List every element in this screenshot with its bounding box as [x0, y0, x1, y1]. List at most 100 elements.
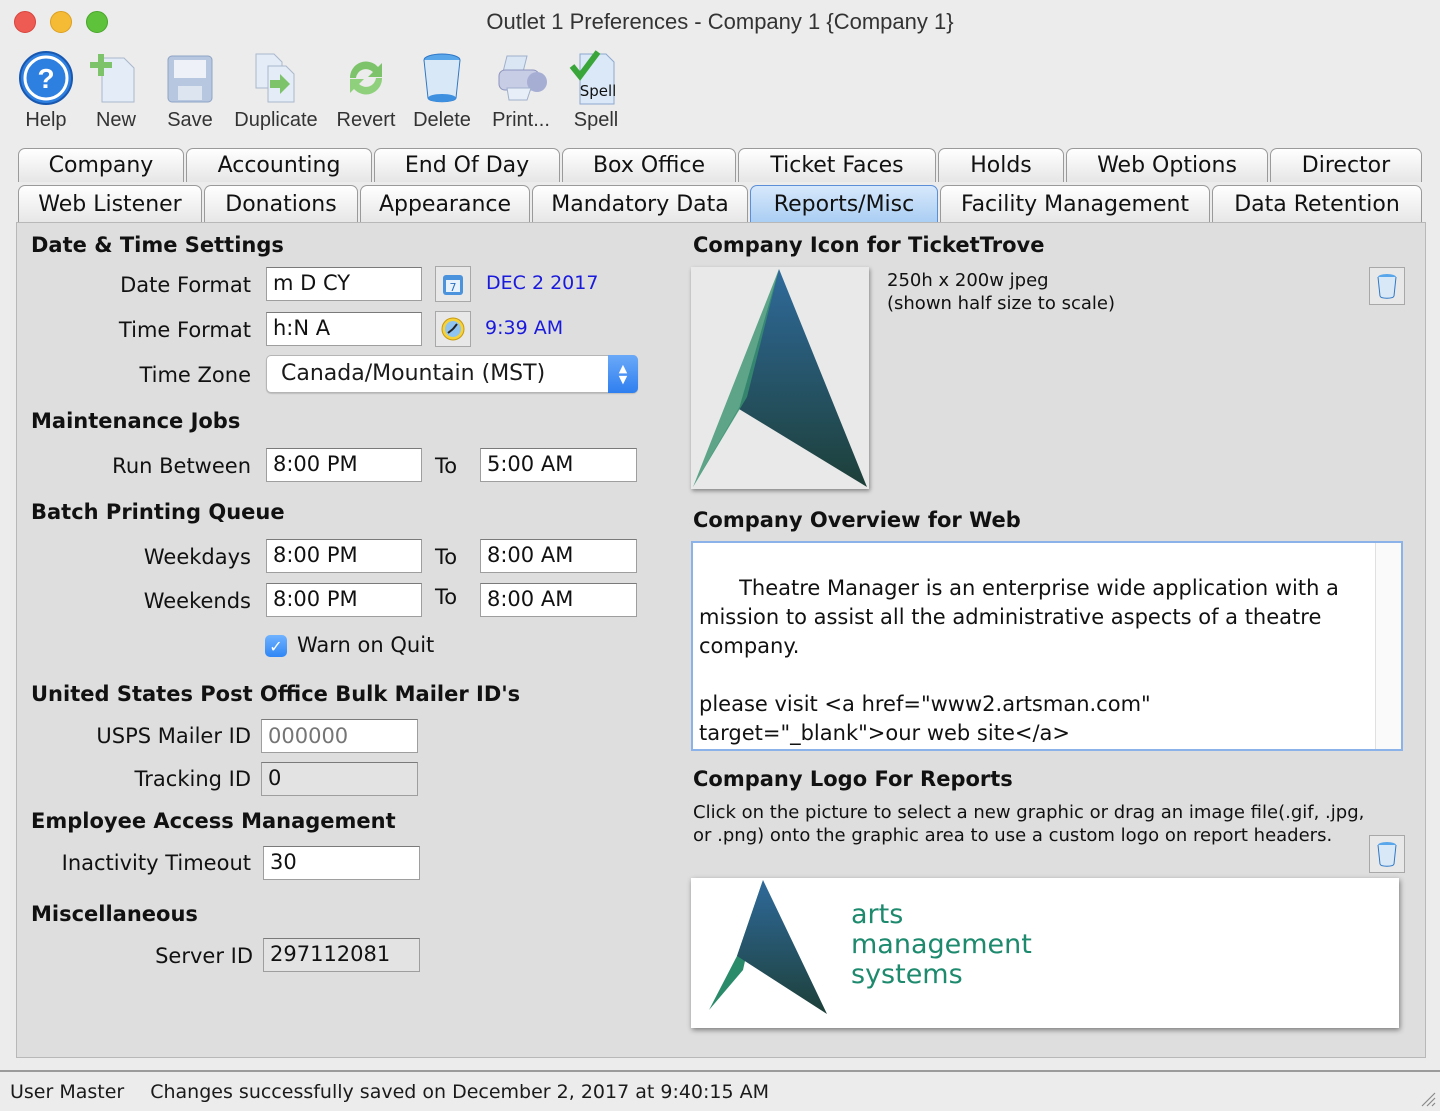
- date-time-heading: Date & Time Settings: [31, 233, 284, 257]
- inactivity-timeout-label: Inactivity Timeout: [61, 851, 251, 875]
- tab-data-retention[interactable]: Data Retention: [1212, 185, 1422, 223]
- logo-wordmark: arts management systems: [851, 899, 1032, 990]
- tab-web-listener[interactable]: Web Listener: [18, 185, 202, 223]
- duplicate-button[interactable]: Duplicate: [226, 48, 326, 136]
- delete-report-logo-button[interactable]: [1369, 835, 1405, 873]
- miscellaneous-heading: Miscellaneous: [31, 902, 198, 926]
- title-bar: Outlet 1 Preferences - Company 1 {Compan…: [0, 0, 1440, 44]
- tab-facility-management[interactable]: Facility Management: [940, 185, 1210, 223]
- select-stepper-icon: ▲ ▼: [608, 355, 638, 393]
- time-format-label: Time Format: [118, 318, 251, 342]
- tab-company[interactable]: Company: [18, 148, 184, 182]
- clock-button[interactable]: [435, 311, 471, 347]
- delete-button[interactable]: Delete: [406, 48, 478, 136]
- arts-logo-mark-icon: [709, 880, 827, 1014]
- svg-text:7: 7: [450, 281, 457, 294]
- revert-icon: [336, 48, 396, 108]
- resize-grip-icon[interactable]: [1418, 1089, 1436, 1107]
- tab-row-1: Company Accounting End Of Day Box Office…: [18, 148, 1424, 182]
- maintenance-heading: Maintenance Jobs: [31, 409, 241, 433]
- trash-icon: [412, 48, 472, 108]
- server-id-field: 297112081: [263, 938, 420, 972]
- maintenance-to-input[interactable]: 5:00 AM: [480, 448, 637, 482]
- icon-scale-note: (shown half size to scale): [887, 293, 1115, 314]
- window-controls: [14, 11, 108, 33]
- report-logo-heading: Company Logo For Reports: [693, 767, 1013, 791]
- time-zone-select[interactable]: Canada/Mountain (MST) ▲ ▼: [266, 355, 638, 393]
- inactivity-timeout-input[interactable]: 30: [263, 846, 420, 880]
- tab-mandatory-data[interactable]: Mandatory Data: [532, 185, 748, 223]
- tab-reports-misc[interactable]: Reports/Misc: [750, 185, 938, 223]
- arts-logo-icon: [693, 269, 867, 487]
- print-button[interactable]: Print...: [478, 48, 564, 136]
- zoom-window-button[interactable]: [86, 11, 108, 33]
- revert-button[interactable]: Revert: [326, 48, 406, 136]
- date-format-label: Date Format: [120, 273, 251, 297]
- trash-icon: [1377, 274, 1397, 299]
- clock-icon: [441, 317, 465, 341]
- trash-icon: [1377, 842, 1397, 867]
- weekdays-to-input[interactable]: 8:00 AM: [480, 539, 637, 573]
- tab-appearance[interactable]: Appearance: [360, 185, 530, 223]
- weekdays-from-input[interactable]: 8:00 PM: [266, 539, 422, 573]
- batch-printing-heading: Batch Printing Queue: [31, 500, 285, 524]
- date-format-input[interactable]: m D CY: [266, 267, 422, 301]
- maintenance-to-label: To: [435, 454, 458, 478]
- weekdays-label: Weekdays: [143, 545, 251, 569]
- time-zone-label: Time Zone: [139, 363, 251, 387]
- checkmark-icon: ✓: [269, 636, 283, 656]
- delete-ticket-icon-button[interactable]: [1369, 267, 1405, 305]
- usps-heading: United States Post Office Bulk Mailer ID…: [31, 682, 521, 706]
- time-format-input[interactable]: h:N A: [266, 312, 422, 346]
- svg-text:Spell: Spell: [580, 82, 617, 100]
- tab-director[interactable]: Director: [1270, 148, 1422, 182]
- overview-heading: Company Overview for Web: [693, 508, 1021, 532]
- tab-accounting[interactable]: Accounting: [186, 148, 372, 182]
- ticket-icon-heading: Company Icon for TicketTrove: [693, 233, 1045, 257]
- weekdays-to-label: To: [435, 545, 458, 569]
- weekends-from-input[interactable]: 8:00 PM: [266, 583, 422, 617]
- svg-text:?: ?: [37, 63, 54, 94]
- usps-mailer-id-label: USPS Mailer ID: [96, 724, 251, 748]
- usps-mailer-id-input[interactable]: [261, 719, 418, 753]
- toolbar: ? Help New Save Duplicate Revert Delete …: [14, 48, 628, 136]
- icon-size-note: 250h x 200w jpeg: [887, 270, 1049, 291]
- printer-icon: [491, 48, 551, 108]
- spell-check-icon: Spell: [566, 48, 626, 108]
- reports-misc-panel: Date & Time Settings Date Format m D CY …: [16, 222, 1426, 1058]
- new-document-icon: [86, 48, 146, 108]
- overview-scrollbar[interactable]: [1375, 543, 1401, 749]
- help-button[interactable]: ? Help: [14, 48, 78, 136]
- window-title: Outlet 1 Preferences - Company 1 {Compan…: [486, 9, 954, 34]
- tab-holds[interactable]: Holds: [938, 148, 1064, 182]
- date-preview: DEC 2 2017: [486, 272, 599, 294]
- tracking-id-field: 0: [261, 762, 418, 796]
- new-button[interactable]: New: [78, 48, 154, 136]
- duplicate-icon: [246, 48, 306, 108]
- weekends-to-label: To: [435, 585, 458, 609]
- weekends-to-input[interactable]: 8:00 AM: [480, 583, 637, 617]
- maintenance-from-input[interactable]: 8:00 PM: [266, 448, 422, 482]
- tab-web-options[interactable]: Web Options: [1066, 148, 1268, 182]
- spell-button[interactable]: Spell Spell: [564, 48, 628, 136]
- minimize-window-button[interactable]: [50, 11, 72, 33]
- tab-donations[interactable]: Donations: [204, 185, 358, 223]
- status-bar: User Master Changes successfully saved o…: [0, 1070, 1440, 1111]
- tab-end-of-day[interactable]: End Of Day: [374, 148, 560, 182]
- tracking-id-label: Tracking ID: [134, 767, 251, 791]
- time-preview: 9:39 AM: [485, 317, 564, 339]
- server-id-label: Server ID: [155, 944, 253, 968]
- calendar-button[interactable]: 7: [435, 266, 471, 302]
- company-overview-textarea[interactable]: Theatre Manager is an enterprise wide ap…: [691, 541, 1403, 751]
- employee-access-heading: Employee Access Management: [31, 809, 396, 833]
- close-window-button[interactable]: [14, 11, 36, 33]
- help-icon: ?: [16, 48, 76, 108]
- report-logo-picture[interactable]: arts management systems: [691, 878, 1399, 1028]
- tab-box-office[interactable]: Box Office: [562, 148, 736, 182]
- weekends-label: Weekends: [143, 589, 251, 613]
- save-disk-icon: [160, 48, 220, 108]
- ticket-icon-picture[interactable]: [691, 267, 869, 489]
- save-button[interactable]: Save: [154, 48, 226, 136]
- warn-on-quit-checkbox[interactable]: ✓: [265, 635, 287, 657]
- tab-ticket-faces[interactable]: Ticket Faces: [738, 148, 936, 182]
